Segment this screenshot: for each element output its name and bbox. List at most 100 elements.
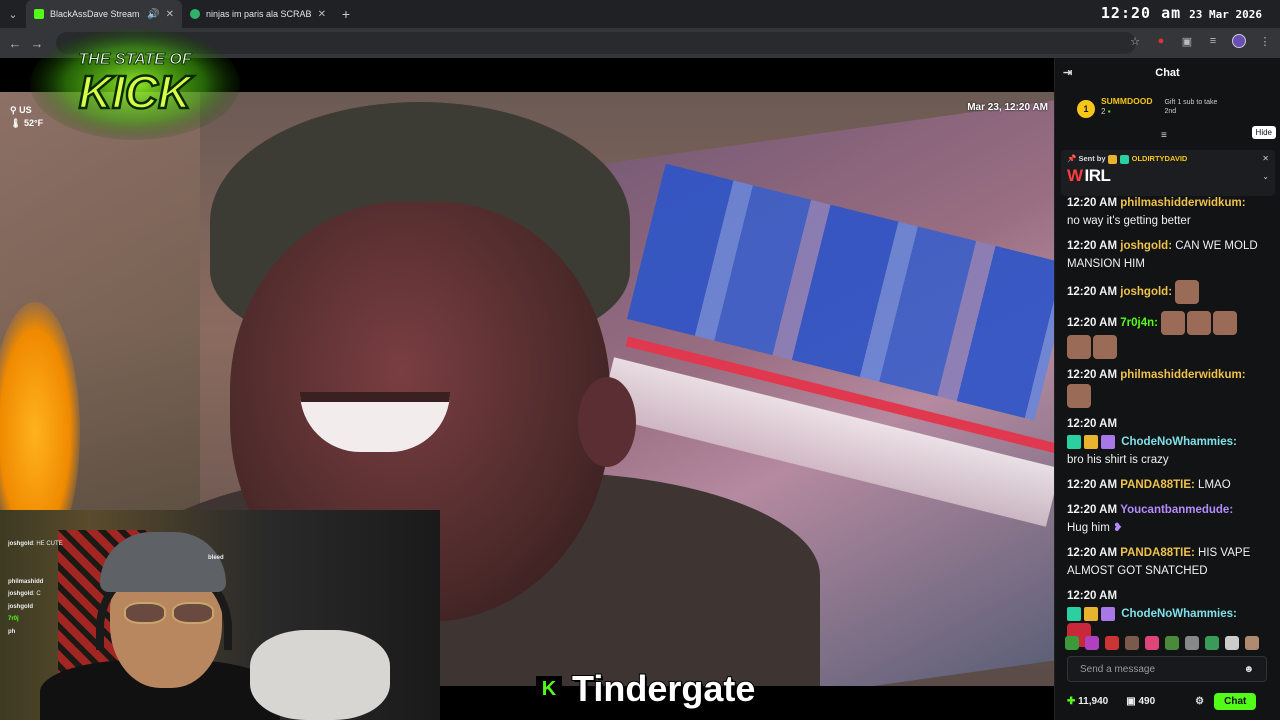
message-input[interactable]: Send a message ☻ — [1067, 656, 1267, 682]
gift-sub-prompt[interactable]: Gift 1 sub to take 2nd — [1164, 98, 1230, 130]
gift-icon: ▪ — [1107, 107, 1111, 116]
chat-username[interactable]: philmashidderwidkum: — [1120, 369, 1245, 381]
badge-icon — [1067, 606, 1081, 621]
chat-username[interactable]: 7r0j4n: — [1120, 317, 1158, 329]
chat-username[interactable]: Youcantbanmedude: — [1120, 504, 1233, 516]
chat-text: LMAO — [1198, 479, 1231, 491]
clock-time: 12:20 am — [1100, 4, 1182, 22]
chat-username[interactable]: philmashidderwidkum: — [1120, 197, 1245, 209]
chat-text: no way it's getting better — [1067, 215, 1191, 227]
chat-message: 12:20 AM ChodeNoWhammies: bro his shirt … — [1067, 418, 1237, 466]
chat-message: 12:20 AM PANDA88TIE: LMAO — [1067, 479, 1231, 491]
badge-icon — [1084, 606, 1098, 621]
pin-icon: 📌 — [1067, 154, 1077, 163]
emote-icon — [1093, 335, 1117, 359]
badge-icon — [1067, 434, 1081, 449]
chat-message: 12:20 AM joshgold: — [1067, 280, 1271, 304]
pinned-text: IRL — [1084, 165, 1111, 185]
emote-icon[interactable] — [1145, 636, 1159, 650]
emote-icon[interactable] — [1105, 636, 1119, 650]
leader-count: 2 — [1101, 107, 1106, 116]
emote-icon[interactable] — [1205, 636, 1219, 650]
emote-icon — [1187, 311, 1212, 335]
chat-messages: 12:20 AM philmashidderwidkum: no way it'… — [1067, 194, 1271, 654]
caption: K Tindergate — [536, 667, 756, 710]
emote-icon — [1161, 311, 1186, 335]
kick-logo-icon: K — [536, 676, 562, 702]
chat-panel: ⇥ Chat 1 SUMMDOOD 2 ▪ Gift 1 sub to take… — [1054, 58, 1280, 720]
w-emote-icon: W — [1067, 165, 1083, 185]
chat-message: 12:20 AM PANDA88TIE: HIS VAPE ALMOST GOT… — [1067, 547, 1251, 577]
tab-label: ninjas im paris ala SCRABSNYC — [206, 9, 312, 19]
chat-footer: ✚ 11,940 ▣ 490 ⚙ Chat — [1067, 690, 1277, 712]
emote-icon[interactable] — [1225, 636, 1239, 650]
emote-icon — [1213, 311, 1238, 335]
chat-title: Chat — [1155, 67, 1180, 79]
gift-value: 490 — [1138, 695, 1156, 707]
chat-message: 12:20 AM joshgold: CAN WE MOLD MANSION H… — [1067, 240, 1258, 270]
gift-leaderboard[interactable]: 1 SUMMDOOD 2 ▪ Gift 1 sub to take 2nd — [1077, 96, 1277, 130]
tab-audio-icon[interactable]: 🔊 — [147, 9, 159, 20]
extensions-puzzle-icon[interactable]: ▣ — [1180, 34, 1194, 48]
location-pin-icon: ⚲ — [10, 105, 17, 115]
play-favicon-icon — [190, 9, 200, 19]
unpin-icon[interactable]: ✕ — [1262, 154, 1269, 163]
badge-icon — [1101, 434, 1115, 449]
chat-text: Hug him — [1067, 522, 1110, 534]
bookmark-star-icon[interactable]: ☆ — [1128, 34, 1142, 48]
new-tab-icon[interactable]: + — [334, 6, 358, 22]
chat-username[interactable]: joshgold: — [1120, 286, 1172, 298]
emote-icon[interactable] — [1185, 636, 1199, 650]
chevron-down-icon[interactable]: ⌄ — [1262, 172, 1269, 181]
webcam-chat-overlay: joshgold: HE CUTE philmashidd joshgold: … — [8, 541, 224, 635]
clock: 12:20 am 23 Mar 2026 — [1101, 4, 1262, 22]
pinned-message[interactable]: 📌 Sent by OLDIRTYDAVID W IRL ✕ ⌄ — [1061, 150, 1275, 196]
tab-close-icon[interactable]: ✕ — [166, 9, 174, 20]
chat-username[interactable]: PANDA88TIE: — [1120, 547, 1195, 559]
badge-icon — [1084, 434, 1098, 449]
chat-username[interactable]: PANDA88TIE: — [1120, 479, 1195, 491]
chat-send-button[interactable]: Chat — [1214, 692, 1257, 710]
rank-badge: 1 — [1077, 100, 1095, 118]
emote-icon[interactable] — [1245, 636, 1259, 650]
badge-icon — [1101, 606, 1115, 621]
message-placeholder: Send a message — [1080, 663, 1156, 675]
chat-username[interactable]: ChodeNoWhammies: — [1121, 436, 1237, 448]
webcam-chat-bleed: bleed — [208, 555, 224, 561]
svg-text:KICK: KICK — [79, 66, 194, 118]
thermometer-icon: 🌡 — [10, 118, 22, 128]
emote-icon — [1067, 335, 1091, 359]
emote-icon[interactable] — [1165, 636, 1179, 650]
chat-message: 12:20 AM Youcantbanmedude: Hug him ❥ — [1067, 504, 1234, 534]
extension-record-icon[interactable]: ● — [1154, 34, 1168, 48]
tab-search-icon[interactable]: ⌄ — [0, 0, 26, 28]
back-icon[interactable]: ← — [4, 36, 26, 51]
quick-emote-bar — [1065, 634, 1277, 652]
caption-text: Tindergate — [571, 667, 756, 710]
sent-by-label: Sent by — [1078, 154, 1106, 163]
emote-icon[interactable] — [1065, 636, 1079, 650]
chat-username[interactable]: ChodeNoWhammies: — [1121, 608, 1237, 620]
chat-username[interactable]: joshgold: — [1120, 240, 1172, 252]
tab-close-icon[interactable]: ✕ — [318, 9, 326, 20]
kick-favicon-icon — [34, 9, 44, 19]
gear-icon[interactable]: ⚙ — [1195, 696, 1204, 707]
emote-icon[interactable] — [1125, 636, 1139, 650]
menu-kebab-icon[interactable]: ⋮ — [1258, 34, 1272, 48]
emote-icon — [1175, 280, 1200, 304]
channel-points[interactable]: ✚ 11,940 — [1067, 696, 1108, 707]
emote-icon[interactable] — [1085, 636, 1099, 650]
gift-count[interactable]: ▣ 490 — [1126, 696, 1155, 707]
profile-avatar-icon[interactable] — [1232, 34, 1246, 48]
media-control-icon[interactable]: ≡ — [1206, 34, 1220, 48]
tab-label: BlackAssDave Stream - Wat — [50, 9, 141, 19]
emoji-picker-icon[interactable]: ☻ — [1243, 664, 1254, 675]
hide-tooltip[interactable]: Hide — [1251, 126, 1276, 139]
collapse-chat-icon[interactable]: ⇥ — [1063, 66, 1072, 79]
chat-text: bro his shirt is crazy — [1067, 454, 1169, 466]
chat-message: 12:20 AM philmashidderwidkum: no way it'… — [1067, 197, 1246, 227]
leader-name: SUMMDOOD — [1101, 96, 1153, 106]
chat-message: 12:20 AM philmashidderwidkum: — [1067, 366, 1271, 408]
emote-icon — [1067, 384, 1091, 408]
filter-icon[interactable]: ≡ — [1161, 130, 1167, 141]
